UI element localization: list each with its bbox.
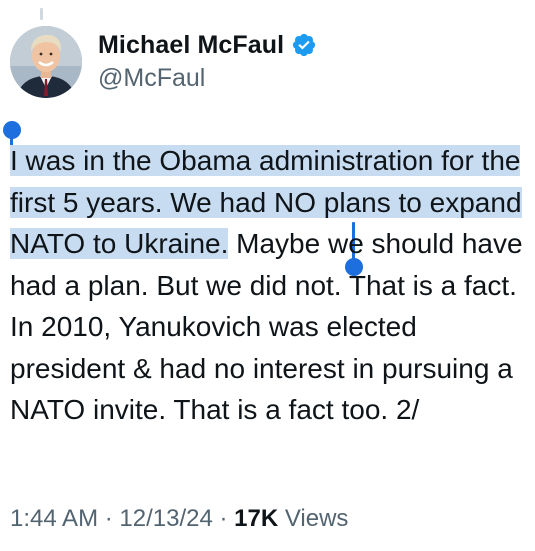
meta-separator: ·: [212, 505, 235, 532]
views-label: Views: [278, 505, 349, 532]
views-count[interactable]: 17K: [234, 505, 278, 532]
tweet-text: I was in the Obama administration for th…: [10, 140, 530, 431]
tweet-time[interactable]: 1:44 AM: [10, 505, 98, 532]
tweet-author: Michael McFaul @McFaul: [98, 30, 317, 93]
author-name-row: Michael McFaul: [98, 30, 317, 60]
avatar[interactable]: [10, 26, 82, 98]
drag-handle: [40, 8, 43, 20]
author-display-name[interactable]: Michael McFaul: [98, 31, 284, 60]
tweet-date[interactable]: 12/13/24: [119, 505, 212, 532]
author-handle[interactable]: @McFaul: [98, 64, 317, 93]
tweet-screenshot: Michael McFaul @McFaul I was in the Obam…: [0, 0, 535, 551]
profile-photo-icon: [10, 26, 82, 98]
tweet-metadata: 1:44 AM · 12/13/24 · 17K Views: [10, 505, 348, 533]
verified-badge-icon: [293, 33, 316, 57]
meta-separator: ·: [98, 505, 120, 532]
